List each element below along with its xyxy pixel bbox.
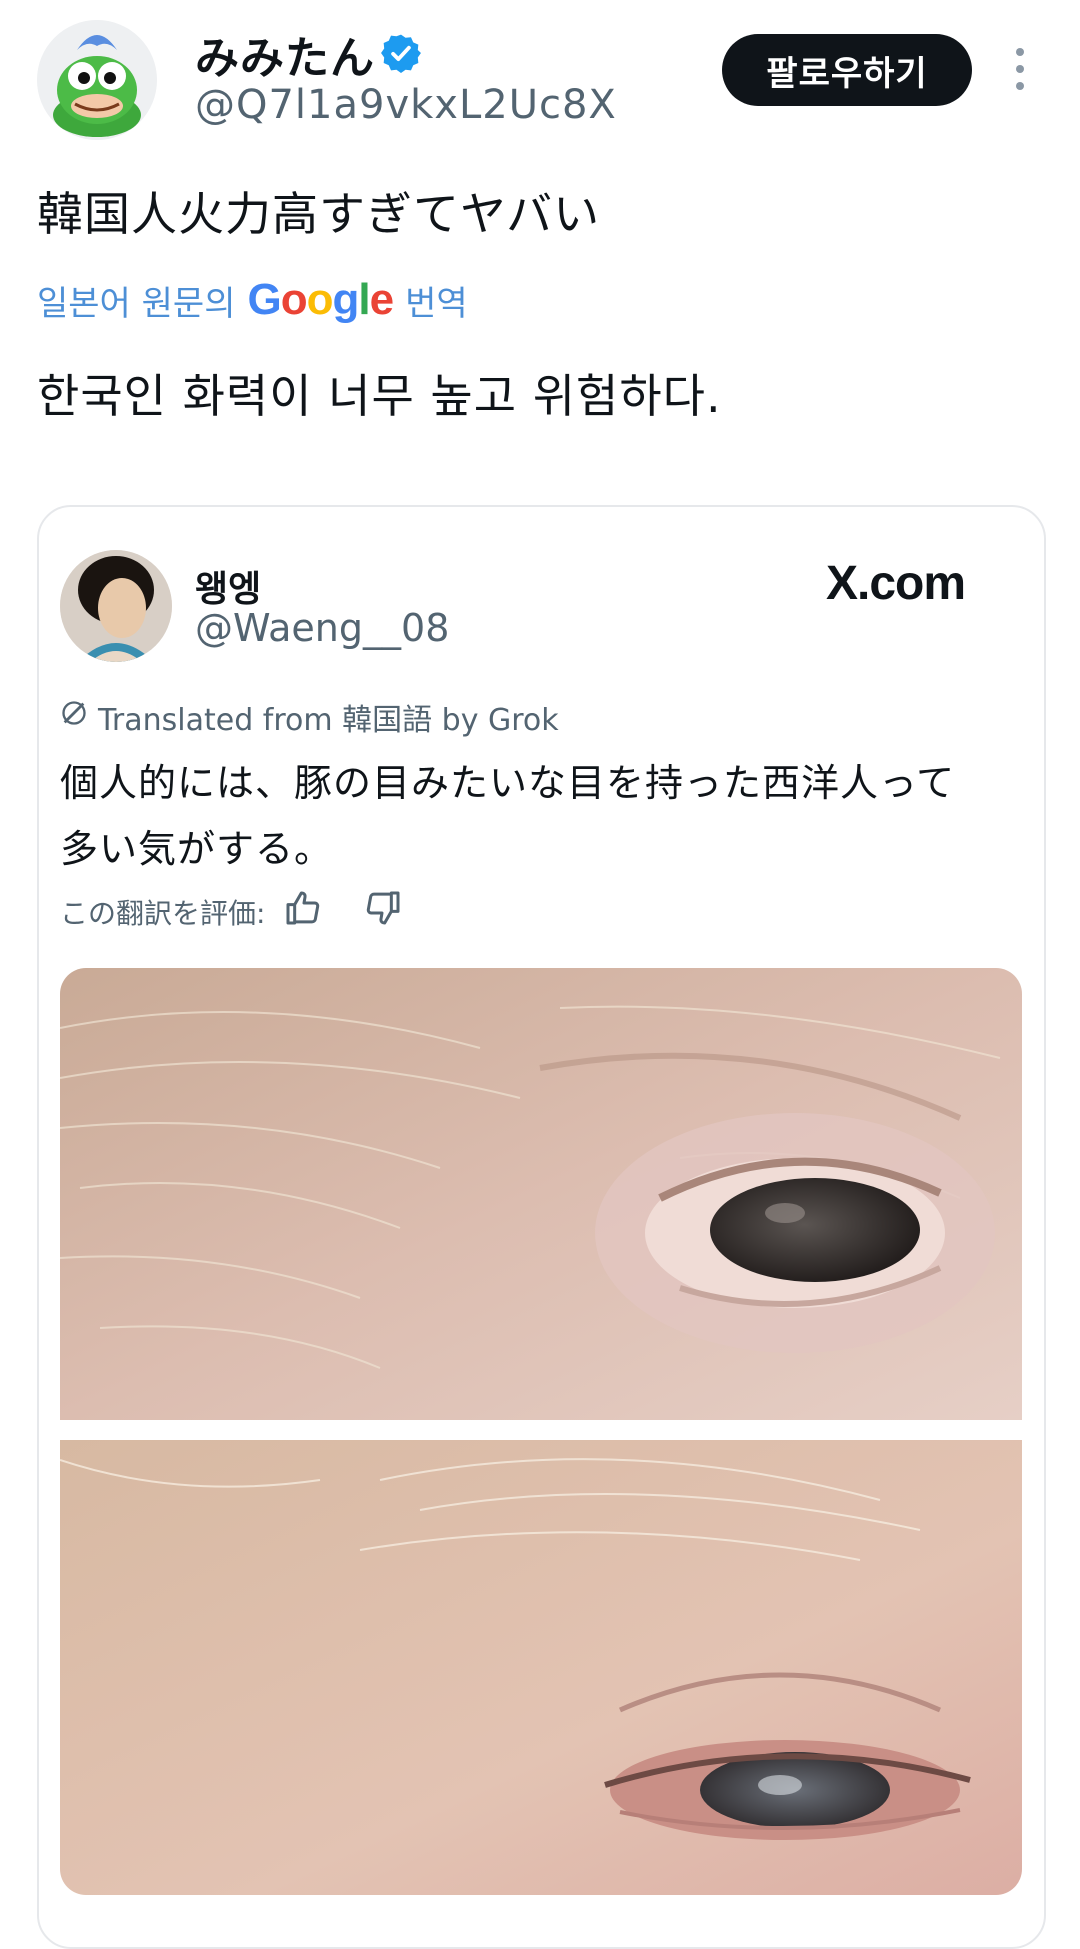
frog-mascot-icon [37, 20, 157, 140]
translate-prefix-label: 일본어 원문의 [37, 283, 236, 324]
pig-eye-photo[interactable] [60, 968, 1022, 1420]
quoted-text-line: 多い気がする。 [60, 827, 334, 871]
author-display-name[interactable]: みみたん [195, 22, 375, 86]
verified-badge-icon [380, 32, 422, 74]
translation-rating: この翻訳を評価: [60, 888, 403, 935]
quoted-author-handle[interactable]: @Waeng__08 [195, 606, 449, 650]
more-vertical-icon[interactable] [1010, 46, 1030, 92]
author-handle[interactable]: @Q7l1a9vkxL2Uc8X [195, 82, 617, 128]
thumbs-up-icon[interactable] [283, 888, 323, 935]
author-avatar[interactable] [37, 20, 157, 140]
quoted-author-avatar[interactable] [60, 550, 172, 662]
translation-attribution[interactable]: 일본어 원문의 Google 번역 [37, 275, 468, 325]
rate-label: この翻訳を評価: [60, 896, 266, 930]
translate-suffix-label: 번역 [405, 283, 468, 324]
quoted-text-line: 個人的には、豚の目みたいな目を持った西洋人って [60, 761, 956, 805]
grok-note-label: Translated from 韓国語 by Grok [98, 703, 559, 738]
human-eye-photo[interactable] [60, 1440, 1022, 1895]
follow-button[interactable]: 팔로우하기 [722, 34, 972, 106]
translated-post-text: 한국인 화력이 너무 높고 위험하다. [37, 369, 722, 423]
xcom-logo: X.com [826, 557, 966, 610]
thumbs-down-icon[interactable] [341, 888, 403, 935]
grok-icon [60, 699, 88, 735]
google-logo: Google [247, 275, 395, 324]
portrait-icon [60, 550, 172, 662]
quoted-author-name[interactable]: 왱엥 [195, 560, 261, 612]
grok-translation-note: Translated from 韓国語 by Grok [60, 695, 559, 739]
quoted-post-text: 個人的には、豚の目みたいな目を持った西洋人って 多い気がする。 [60, 750, 1020, 882]
post-text: 韓国人火力高すぎてヤバい [37, 187, 601, 241]
